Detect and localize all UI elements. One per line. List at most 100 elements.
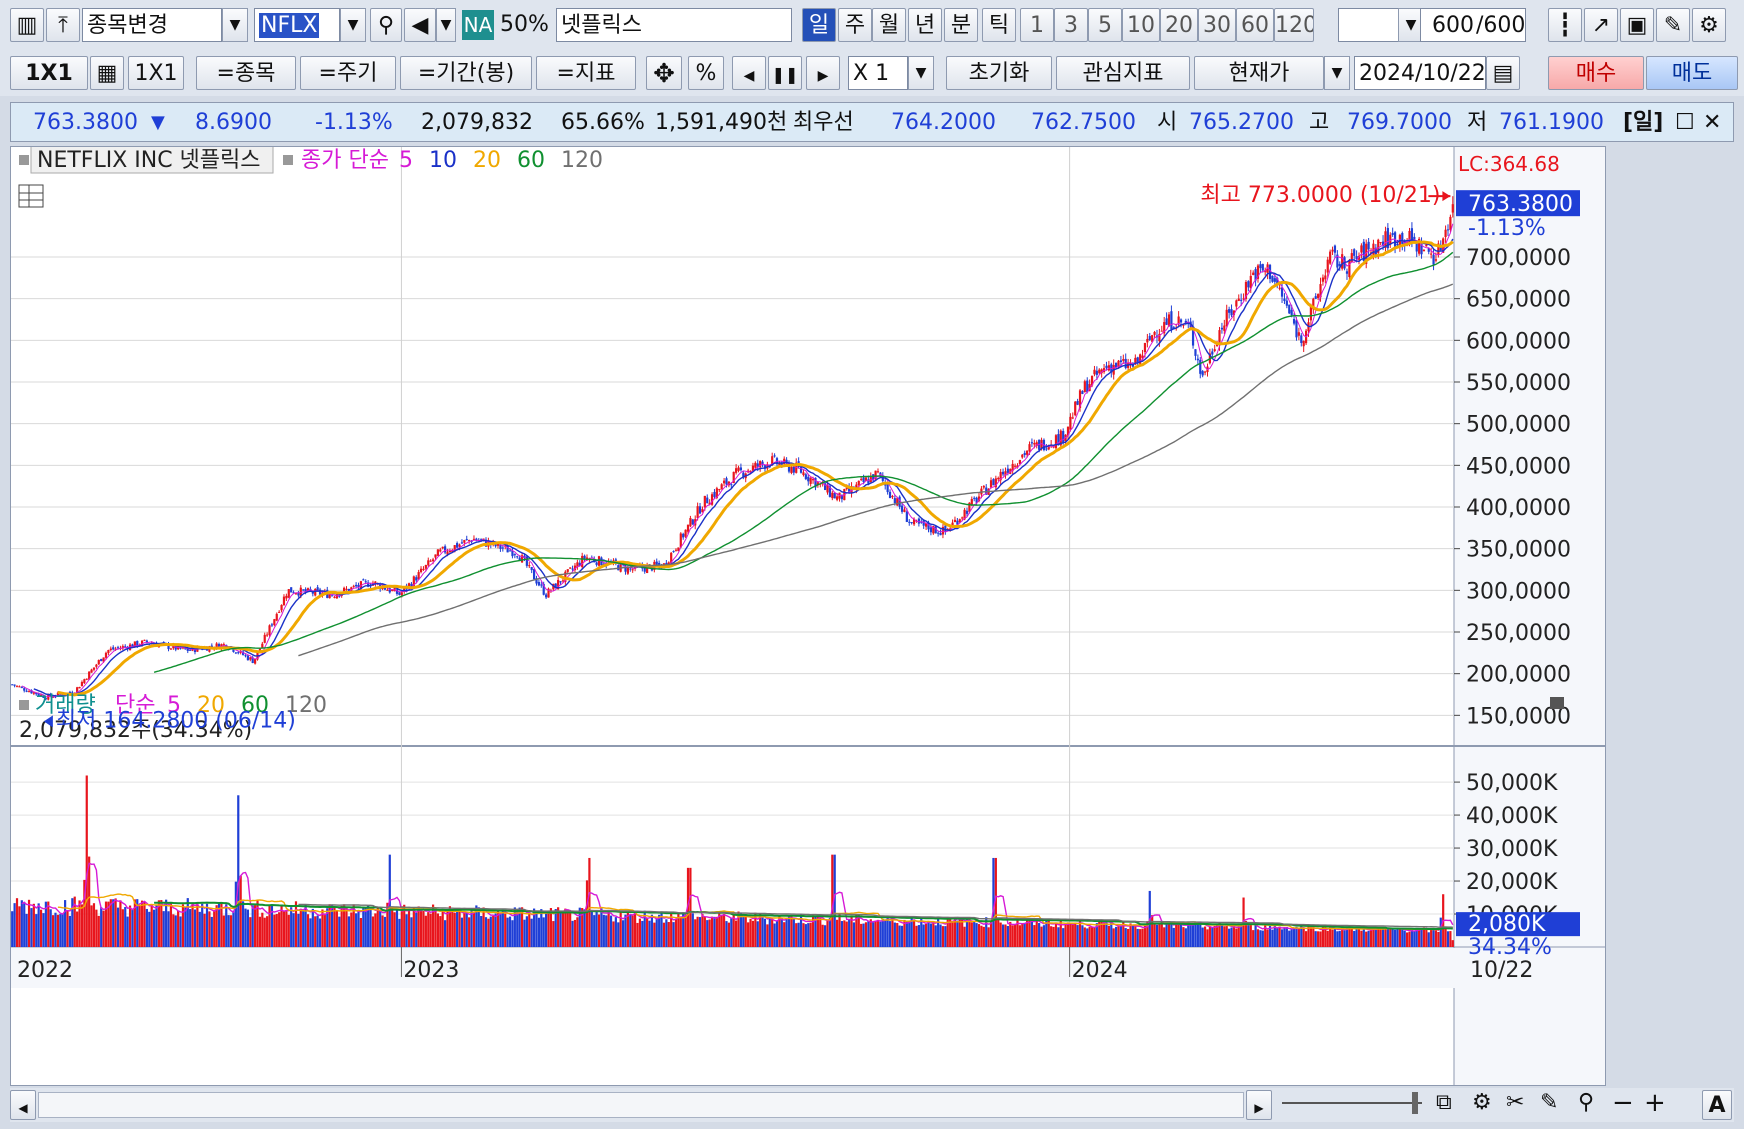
interval-button-1[interactable]: 1 bbox=[1020, 8, 1054, 42]
layout-icon-button[interactable]: ▥ bbox=[10, 8, 44, 42]
price-type-button[interactable]: 현재가 bbox=[1194, 56, 1324, 90]
crosshair-button[interactable]: ✥ bbox=[646, 56, 682, 90]
maximize-icon[interactable]: ☐ bbox=[1675, 103, 1695, 143]
volume-bar bbox=[273, 914, 276, 947]
pin-icon-button[interactable]: ⤒ bbox=[46, 8, 80, 42]
period-tab-3[interactable]: 년 bbox=[908, 8, 942, 42]
period-tab-4[interactable]: 분 bbox=[944, 8, 978, 42]
change-value: 8.6900 bbox=[195, 110, 272, 135]
prev-button[interactable]: ◀ bbox=[732, 56, 766, 90]
period-tab-1[interactable]: 주 bbox=[838, 8, 872, 42]
volume-bar bbox=[1228, 928, 1231, 947]
count-input[interactable]: 600 bbox=[1420, 8, 1476, 42]
volume-bar bbox=[773, 923, 776, 947]
interval-button-30[interactable]: 30 bbox=[1198, 8, 1236, 42]
multiplier-select[interactable]: X 1 bbox=[848, 56, 908, 90]
search-button[interactable]: ⚲ bbox=[370, 8, 402, 42]
volume-bar bbox=[35, 914, 38, 947]
candle-body bbox=[1220, 327, 1224, 330]
layout-1x1-bold[interactable]: 1X1 bbox=[10, 56, 88, 90]
layout-1x1-button[interactable]: 1X1 bbox=[128, 56, 184, 90]
price-type-dropdown[interactable]: ▼ bbox=[1324, 56, 1350, 90]
calendar-button[interactable]: ▤ bbox=[1486, 56, 1520, 90]
zoom-out-icon[interactable]: − bbox=[1612, 1088, 1634, 1118]
candle-body bbox=[1211, 351, 1214, 355]
interval-button-60[interactable]: 60 bbox=[1236, 8, 1274, 42]
blank-select[interactable] bbox=[1338, 8, 1400, 42]
interval-button-10[interactable]: 10 bbox=[1122, 8, 1160, 42]
candle-body bbox=[282, 596, 286, 606]
copy-icon[interactable]: ⧉ bbox=[1436, 1090, 1452, 1115]
volume-bar bbox=[636, 922, 639, 947]
percent-scale-button[interactable]: % bbox=[688, 56, 724, 90]
zoom-slider[interactable] bbox=[1282, 1102, 1422, 1104]
volume-bar bbox=[95, 909, 98, 947]
stock-change-dropdown[interactable]: ▼ bbox=[222, 8, 248, 42]
close-icon[interactable]: ✕ bbox=[1703, 103, 1721, 143]
period-tab-0[interactable]: 일 bbox=[802, 8, 836, 42]
interval-button-120[interactable]: 120 bbox=[1274, 8, 1314, 42]
ticker-input[interactable]: NFLX bbox=[254, 8, 340, 42]
settings-small-icon[interactable]: ⚙ bbox=[1472, 1090, 1492, 1115]
settings-button[interactable]: ⚙ bbox=[1692, 8, 1726, 42]
scroll-track[interactable] bbox=[38, 1092, 1244, 1118]
volume-bar bbox=[1333, 928, 1337, 947]
sound-dropdown[interactable]: ▼ bbox=[436, 8, 456, 42]
candle-body bbox=[25, 690, 28, 692]
fav-indicator-button[interactable]: 관심지표 bbox=[1056, 56, 1190, 90]
buy-button[interactable]: 매수 bbox=[1548, 56, 1644, 90]
indicator-button[interactable]: ↗ bbox=[1584, 8, 1618, 42]
zoom-slider-handle[interactable] bbox=[1412, 1092, 1418, 1114]
volume-bar bbox=[80, 904, 84, 947]
volume-bar bbox=[232, 910, 235, 947]
volume-bar bbox=[335, 910, 338, 947]
candle-body bbox=[100, 658, 103, 662]
date-input[interactable]: 2024/10/22 bbox=[1354, 56, 1486, 90]
period-tab-5[interactable]: 틱 bbox=[982, 8, 1016, 42]
volume-bar bbox=[1343, 930, 1346, 947]
multiplier-dropdown[interactable]: ▼ bbox=[908, 56, 934, 90]
scroll-left-button[interactable]: ◀ bbox=[10, 1090, 36, 1120]
indicator-overlay-button[interactable]: =지표 bbox=[536, 56, 636, 90]
chart-svg[interactable]: 150,0000200,0000250,0000300,0000350,0000… bbox=[11, 147, 1606, 1086]
tool-button[interactable]: ✎ bbox=[1656, 8, 1690, 42]
chart-panel[interactable]: 150,0000 200,0000 250,0000 300,0000 350,0000… bbox=[10, 146, 1606, 1086]
candle-body bbox=[857, 480, 860, 486]
tools-icon[interactable]: ✂ bbox=[1506, 1090, 1524, 1115]
sell-button[interactable]: 매도 bbox=[1646, 56, 1738, 90]
ticker-dropdown[interactable]: ▼ bbox=[340, 8, 366, 42]
volume-bar bbox=[1042, 925, 1046, 947]
scroll-right-button[interactable]: ▶ bbox=[1246, 1090, 1272, 1120]
chart-style-button[interactable]: ┇ bbox=[1548, 8, 1582, 42]
volume-bar bbox=[1247, 924, 1250, 947]
volume-bar bbox=[646, 918, 649, 947]
stock-change-select[interactable]: 종목변경 bbox=[82, 8, 222, 42]
range-button[interactable]: =기간(봉) bbox=[400, 56, 532, 90]
price-chart-title: NETFLIX INC 넷플릭스 bbox=[37, 148, 261, 173]
interval-button-3[interactable]: 3 bbox=[1054, 8, 1088, 42]
volume-bar bbox=[1285, 927, 1288, 947]
interval-button-5[interactable]: 5 bbox=[1088, 8, 1122, 42]
draw-icon[interactable]: ✎ bbox=[1540, 1090, 1558, 1115]
volume-bar bbox=[323, 913, 326, 947]
reset-button[interactable]: 초기화 bbox=[946, 56, 1052, 90]
candle-body bbox=[1432, 254, 1435, 265]
stock-overlay-button[interactable]: =종목 bbox=[196, 56, 296, 90]
volume-value: 2,079,832 bbox=[421, 110, 533, 135]
candle-body bbox=[698, 506, 702, 514]
interval-button-20[interactable]: 20 bbox=[1160, 8, 1198, 42]
next-button[interactable]: ▶ bbox=[806, 56, 840, 90]
period-tab-2[interactable]: 월 bbox=[872, 8, 906, 42]
pause-button[interactable]: ❚❚ bbox=[768, 56, 802, 90]
count-total: /600 bbox=[1476, 8, 1526, 42]
sound-button[interactable]: ◀ bbox=[404, 8, 436, 42]
period-overlay-button[interactable]: =주기 bbox=[300, 56, 396, 90]
candle-body bbox=[333, 596, 336, 598]
volume-bar bbox=[696, 916, 699, 947]
volume-bar bbox=[138, 906, 141, 947]
zoom-in-icon[interactable]: + bbox=[1644, 1088, 1666, 1118]
grid-layout-button[interactable]: ▦ bbox=[90, 56, 124, 90]
save-button[interactable]: ▣ bbox=[1620, 8, 1654, 42]
zoom-search-icon[interactable]: ⚲ bbox=[1578, 1090, 1594, 1115]
auto-scale-button[interactable]: A bbox=[1702, 1090, 1732, 1120]
